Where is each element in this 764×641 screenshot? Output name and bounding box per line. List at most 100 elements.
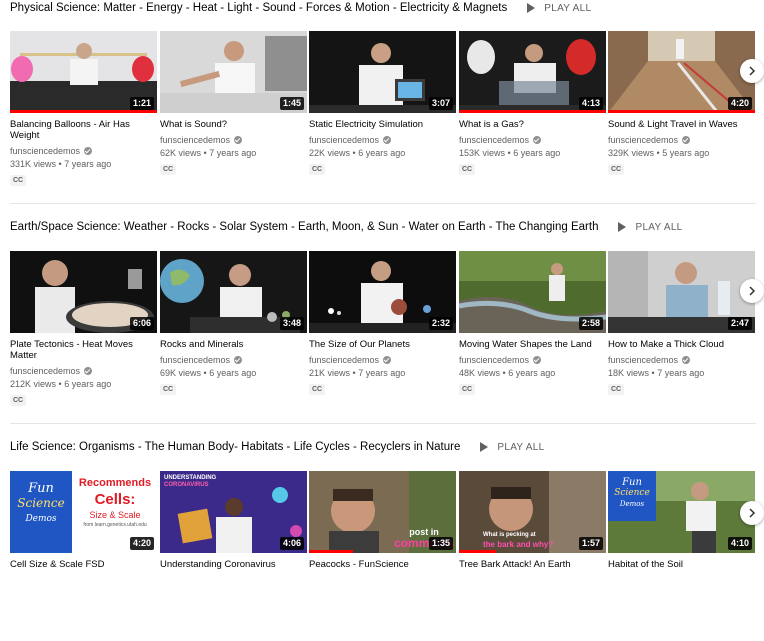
duration-badge: 2:32 (428, 317, 453, 330)
video-thumbnail[interactable]: 2:32 (309, 251, 456, 333)
upload-age: 7 years ago (358, 368, 406, 378)
video-thumbnail[interactable]: 1:21 (10, 31, 157, 113)
shelf-header: Earth/Space Science: Weather - Rocks - S… (10, 219, 683, 235)
video-meta: 153K views • 6 years ago (459, 148, 561, 158)
channel-name[interactable]: funsciencedemos (160, 135, 307, 145)
video-title[interactable]: Cell Size & Scale FSD (10, 559, 150, 570)
video-thumbnail[interactable]: 6:06 (10, 251, 157, 333)
verified-icon (682, 356, 691, 364)
video-card[interactable]: UNDERSTANDING CORONAVIRUS 4:06 Understan… (160, 471, 307, 570)
channel-name[interactable]: funsciencedemos (309, 135, 456, 145)
video-card[interactable]: 2:47 How to Make a Thick Cloud funscienc… (608, 251, 755, 396)
video-card[interactable]: 1:21 Balancing Balloons - Air Has Weight… (10, 31, 157, 187)
video-thumbnail[interactable]: 4:20 (608, 31, 755, 113)
video-title[interactable]: Balancing Balloons - Air Has Weight (10, 119, 150, 141)
video-title[interactable]: Static Electricity Simulation (309, 119, 449, 130)
video-title[interactable]: Sound & Light Travel in Waves (608, 119, 748, 130)
video-title[interactable]: The Size of Our Planets (309, 339, 449, 350)
video-title[interactable]: Tree Bark Attack! An Earth (459, 559, 599, 570)
shelf-header: Physical Science: Matter - Energy - Heat… (10, 0, 591, 16)
video-meta: 22K views • 6 years ago (309, 148, 406, 158)
video-meta: 331K views • 7 years ago (10, 159, 112, 169)
play-all-button[interactable]: PLAY ALL (480, 442, 544, 453)
video-card[interactable]: 6:06 Plate Tectonics - Heat Moves Matter… (10, 251, 157, 407)
shelf-title[interactable]: Physical Science: Matter - Energy - Heat… (10, 2, 507, 14)
cc-badge: CC (160, 384, 177, 395)
video-thumbnail[interactable]: 4:13 (459, 31, 606, 113)
video-row: 6:06 Plate Tectonics - Heat Moves Matter… (10, 251, 764, 421)
video-thumbnail[interactable]: Fun Science Demos Recommends Cells: Size… (10, 471, 157, 553)
video-card[interactable]: 1:45 What is Sound? funsciencedemos 62K … (160, 31, 307, 176)
video-thumbnail[interactable]: 2:47 (608, 251, 755, 333)
video-title[interactable]: Plate Tectonics - Heat Moves Matter (10, 339, 150, 361)
shelf-title[interactable]: Life Science: Organisms - The Human Body… (10, 441, 460, 453)
duration-badge: 4:13 (578, 97, 603, 110)
video-card[interactable]: 4:20 Sound & Light Travel in Waves funsc… (608, 31, 755, 176)
channel-name[interactable]: funsciencedemos (608, 135, 755, 145)
upload-age: 6 years ago (209, 368, 257, 378)
shelf-next-button[interactable] (740, 501, 764, 525)
verified-icon (234, 356, 243, 364)
video-thumbnail[interactable]: post in comments 1:35 (309, 471, 456, 553)
duration-badge: 3:07 (428, 97, 453, 110)
video-title[interactable]: Habitat of the Soil (608, 559, 748, 570)
upload-age: 7 years ago (209, 148, 257, 158)
video-thumbnail[interactable]: 2:58 (459, 251, 606, 333)
shelf-next-button[interactable] (740, 279, 764, 303)
video-card[interactable]: 2:58 Moving Water Shapes the Land funsci… (459, 251, 606, 396)
watch-progress-bar (459, 110, 606, 113)
video-card[interactable]: What is pecking at the bark and why? 1:5… (459, 471, 606, 570)
duration-badge: 6:06 (129, 317, 154, 330)
view-count: 331K views (10, 159, 57, 169)
duration-badge: 1:35 (428, 537, 453, 550)
play-all-button[interactable]: PLAY ALL (618, 222, 682, 233)
video-title[interactable]: What is Sound? (160, 119, 300, 130)
channel-label: funsciencedemos (459, 355, 530, 365)
video-card[interactable]: 2:32 The Size of Our Planets funscienced… (309, 251, 456, 396)
video-title[interactable]: Moving Water Shapes the Land (459, 339, 599, 350)
video-card[interactable]: Fun Science Demos Recommends Cells: Size… (10, 471, 157, 570)
shelf-divider (10, 203, 756, 204)
video-thumbnail[interactable]: 3:07 (309, 31, 456, 113)
video-card[interactable]: 4:13 What is a Gas? funsciencedemos 153K… (459, 31, 606, 176)
video-card[interactable]: 3:07 Static Electricity Simulation funsc… (309, 31, 456, 176)
channel-label: funsciencedemos (608, 355, 679, 365)
fun-science-demos-logo: Fun Science Demos (10, 471, 72, 553)
shelf-next-button[interactable] (740, 59, 764, 83)
cc-badge: CC (10, 175, 27, 186)
channel-name[interactable]: funsciencedemos (160, 355, 307, 365)
chevron-right-icon (749, 66, 756, 76)
play-all-button[interactable]: PLAY ALL (527, 3, 591, 14)
channel-name[interactable]: funsciencedemos (459, 355, 606, 365)
channel-name[interactable]: funsciencedemos (10, 146, 157, 156)
video-thumbnail[interactable]: Fun Science Demos 4:10 (608, 471, 755, 553)
thumbnail-caption: Recommends Cells: Size & Scale from lear… (78, 477, 152, 528)
verified-icon (84, 367, 93, 375)
video-card[interactable]: Fun Science Demos 4:10 Habitat of the So… (608, 471, 755, 570)
verified-icon (84, 147, 93, 155)
verified-icon (383, 356, 392, 364)
channel-name[interactable]: funsciencedemos (309, 355, 456, 365)
video-meta: 69K views • 6 years ago (160, 368, 257, 378)
video-card[interactable]: 3:48 Rocks and Minerals funsciencedemos … (160, 251, 307, 396)
video-title[interactable]: Peacocks - FunScience (309, 559, 449, 570)
channel-label: funsciencedemos (309, 135, 380, 145)
video-title[interactable]: Understanding Coronavirus (160, 559, 300, 570)
cc-badge: CC (459, 164, 476, 175)
video-title[interactable]: What is a Gas? (459, 119, 599, 130)
video-title[interactable]: How to Make a Thick Cloud (608, 339, 748, 350)
video-meta: 62K views • 7 years ago (160, 148, 257, 158)
channel-name[interactable]: funsciencedemos (608, 355, 755, 365)
cc-badge: CC (10, 395, 27, 406)
video-thumbnail[interactable]: 3:48 (160, 251, 307, 333)
shelf-title[interactable]: Earth/Space Science: Weather - Rocks - S… (10, 221, 598, 233)
channel-name[interactable]: funsciencedemos (459, 135, 606, 145)
video-thumbnail[interactable]: 1:45 (160, 31, 307, 113)
channel-label: funsciencedemos (160, 355, 231, 365)
channel-name[interactable]: funsciencedemos (10, 366, 157, 376)
video-thumbnail[interactable]: What is pecking at the bark and why? 1:5… (459, 471, 606, 553)
video-thumbnail[interactable]: UNDERSTANDING CORONAVIRUS 4:06 (160, 471, 307, 553)
video-title[interactable]: Rocks and Minerals (160, 339, 300, 350)
video-card[interactable]: post in comments 1:35 Peacocks - FunScie… (309, 471, 456, 570)
duration-badge: 4:06 (279, 537, 304, 550)
